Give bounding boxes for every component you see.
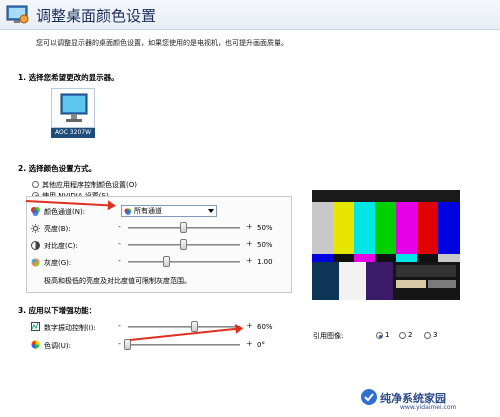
section3-heading: 3. 应用以下增强功能： [18,306,97,315]
brightness-value: 50% [257,224,273,232]
display-settings-icon [6,5,29,24]
contrast-icon [31,241,40,250]
ref-image-radio-1[interactable] [376,332,383,339]
ref-image-radio-2-label: 2 [408,331,413,339]
ref-image-radio-3-label: 3 [433,331,438,339]
contrast-plus: + [246,239,253,248]
range-note: 极高和极低的亮度及对比度值可限制灰度范围。 [44,277,191,285]
color-channel-label: 颜色通道(N): [44,208,86,216]
ref-image-radio-2[interactable] [399,332,406,339]
chevron-down-icon [208,209,214,213]
page-title: 调整桌面颜色设置 [36,7,157,25]
radio-other-apps[interactable] [32,181,39,188]
vibrance-minus: - [118,321,121,330]
watermark-logo-icon [361,389,377,405]
hue-icon [31,340,40,349]
vibrance-icon [31,322,40,331]
annotation-arrow-vibrance [129,327,242,341]
reference-image-label: 引用图像: [313,332,344,340]
vibrance-slider-thumb[interactable] [191,321,199,332]
watermark-url: www.yidaimei.com [400,404,457,411]
vibrance-plus: + [246,321,253,330]
vibrance-label: 数字振动控制(I): [44,324,96,332]
brightness-slider-thumb[interactable] [180,222,187,233]
brightness-minus: - [118,222,121,231]
monitor-tile[interactable] [51,88,95,128]
vibrance-value: 60% [257,323,273,331]
hue-slider-track[interactable] [128,344,240,346]
hue-value: 0° [257,341,265,349]
gamma-slider-thumb[interactable] [163,256,171,267]
color-channel-value: 所有通道 [134,207,162,215]
hue-minus: - [118,339,121,348]
contrast-slider-thumb[interactable] [180,239,187,250]
monitor-label: AOC 3207W [51,128,95,138]
ref-image-radio-3[interactable] [424,332,431,339]
section2-heading: 2. 选择颜色设置方式。 [18,164,97,173]
brightness-icon [31,224,40,233]
section1-heading: 1. 选择您希望更改的显示器。 [18,73,119,82]
brightness-label: 亮度(B): [44,225,71,233]
vibrance-slider-track[interactable] [128,326,240,328]
hue-label: 色调(U): [44,342,71,350]
test-pattern-preview [312,190,460,300]
gamma-slider-track[interactable] [128,261,240,263]
gamma-value: 1.00 [257,258,273,266]
channel-select-icon [124,208,132,215]
gamma-label: 灰度(G): [44,259,72,267]
contrast-value: 50% [257,241,273,249]
brightness-plus: + [246,222,253,231]
color-channel-select[interactable]: 所有通道 [121,205,217,217]
gamma-icon [31,258,40,267]
gamma-minus: - [118,256,121,265]
hue-plus: + [246,339,253,348]
contrast-minus: - [118,239,121,248]
gamma-plus: + [246,256,253,265]
page-description: 您可以调整显示器的桌面颜色设置，如果您使用的是电视机，也可提升画面质量。 [36,39,288,47]
monitor-icon [60,93,88,122]
color-channel-icon [31,207,40,216]
contrast-label: 对比度(C): [44,242,78,250]
radio-other-apps-label: 其他应用程序控制颜色设置(O) [42,181,137,189]
ref-image-radio-1-label: 1 [385,331,390,339]
